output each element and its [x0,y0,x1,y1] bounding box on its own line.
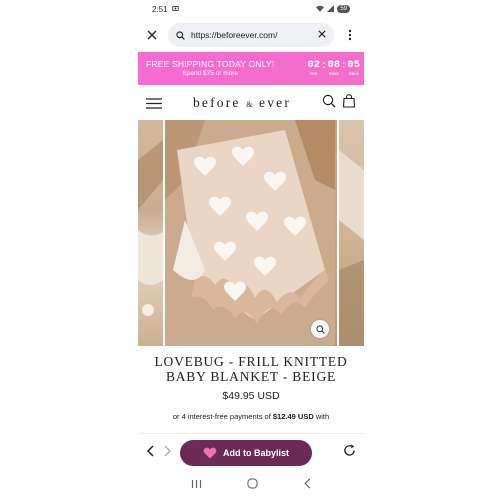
cart-button[interactable] [342,93,356,113]
timer-seconds: 05 [347,59,360,71]
phone-screen: 2:51 59 https://beforeever.com/ FREE SHI… [138,0,364,500]
installments-text: or 4 interest-free payments of $12.49 US… [138,412,364,421]
system-nav-bar [138,472,364,498]
recent-apps-button[interactable] [191,476,202,494]
babylist-heart-icon [203,447,217,458]
status-bar: 2:51 59 [138,0,364,18]
refresh-icon [344,444,355,456]
promo-subtitle: Spend $75 or more [182,69,239,77]
search-icon [322,94,336,107]
signal-icon [327,4,335,14]
zoom-button[interactable] [311,320,329,338]
back-button[interactable] [146,444,156,462]
timer-separator: : [322,60,326,71]
site-logo[interactable]: before & ever [193,95,291,111]
main-product-image[interactable] [165,120,337,346]
product-title-line: BABY BLANKET - BEIGE [165,369,337,384]
clear-url-button[interactable] [318,30,326,40]
site-header: before & ever [138,85,364,121]
shopping-bag-icon [342,93,356,108]
forward-button[interactable] [162,444,172,462]
countdown-timer: 02 Hrs : 08 Mins : 05 Secs [307,60,360,77]
hamburger-icon [146,97,162,109]
add-to-babylist-button[interactable]: Add to Babylist [180,439,312,466]
timer-minutes: 08 [327,59,341,71]
wifi-icon [316,5,325,14]
search-icon [176,30,185,40]
promo-title: FREE SHIPPING TODAY ONLY! [146,58,275,69]
zoom-icon [315,324,325,334]
reload-button[interactable] [343,444,356,462]
logo-ampersand: & [246,100,254,109]
timer-seconds-label: Secs [348,71,359,76]
home-button[interactable] [246,476,258,494]
browser-toolbar: https://beforeever.com/ [138,18,364,52]
blanket-photo [165,120,335,346]
home-icon [246,478,258,489]
more-vert-icon [348,29,352,41]
recents-icon [191,480,201,488]
status-time: 2:51 [152,4,168,14]
product-photo [339,150,364,346]
babylist-label: Add to Babylist [222,447,289,458]
close-icon [147,30,157,40]
site-search-button[interactable] [322,94,336,113]
logo-word-before: before [192,95,241,110]
timer-hours: 02 [307,59,321,71]
product-photo [138,140,163,316]
url-text: https://beforeever.com/ [191,30,278,40]
previous-product-image[interactable] [138,120,163,346]
product-gallery[interactable] [138,120,364,346]
menu-button[interactable] [146,95,162,111]
logo-word-ever: ever [259,95,292,110]
chevron-right-icon [164,445,171,456]
close-tab-button[interactable] [144,27,160,43]
product-title: LOVEBUG - FRILL KNITTED BABY BLANKET - B… [138,354,364,384]
address-bar[interactable]: https://beforeever.com/ [168,23,334,47]
product-price: $49.95 USD [222,390,280,402]
bottom-action-bar: Add to Babylist [138,433,364,471]
product-title-line: LOVEBUG - FRILL KNITTED [154,354,348,369]
system-back-button[interactable] [303,476,312,494]
timer-hours-label: Hrs [310,71,318,76]
installments-amount: $12.49 USD [272,412,314,421]
browser-menu-button[interactable] [342,27,358,43]
notification-icon [171,5,179,14]
installments-prefix: or 4 interest-free payments of [172,412,273,421]
next-product-image[interactable] [339,120,364,346]
close-icon [318,30,326,38]
installments-suffix: with [313,412,330,421]
back-icon [303,478,310,489]
chevron-left-icon [146,444,154,457]
battery-indicator: 59 [337,5,350,13]
promo-banner[interactable]: FREE SHIPPING TODAY ONLY! Spend $75 or m… [138,52,364,85]
timer-minutes-label: Mins [328,71,339,76]
timer-separator: : [342,60,346,71]
